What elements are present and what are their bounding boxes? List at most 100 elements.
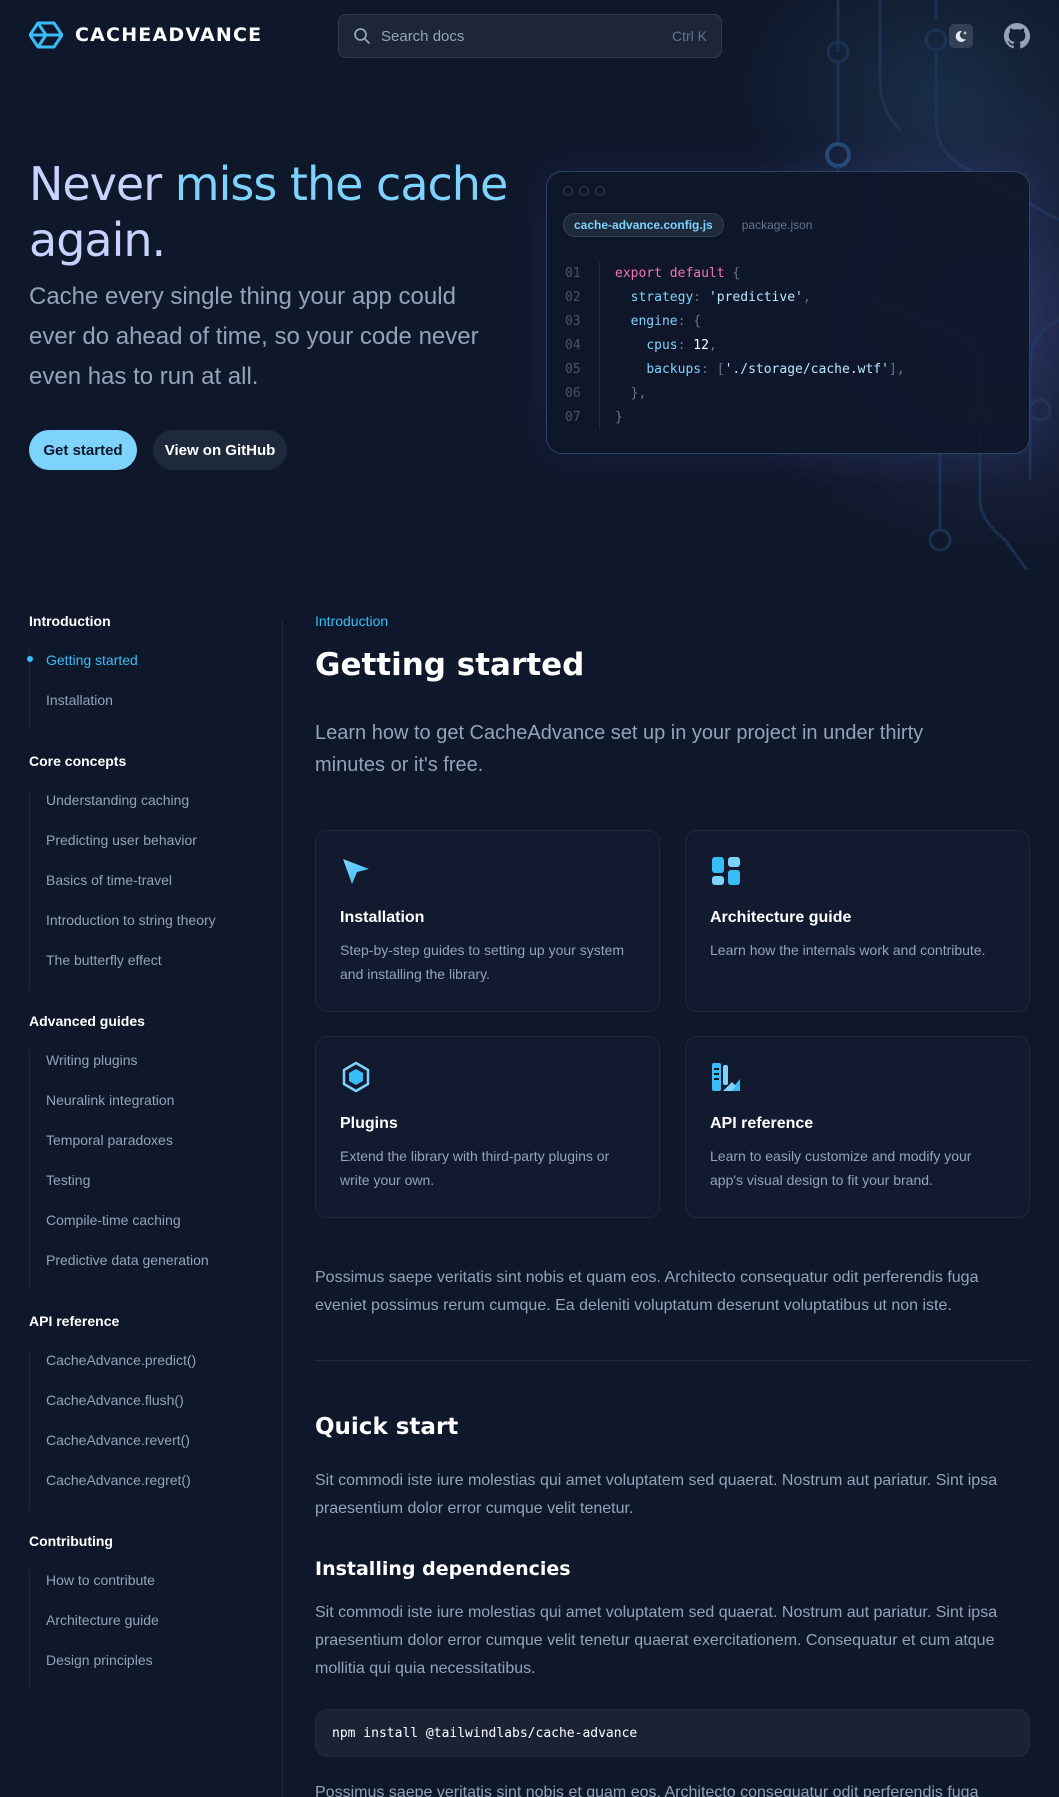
code-example-card: cache-advance.config.js package.json 01 e… bbox=[546, 171, 1030, 454]
hero-title: Never miss the cache again. bbox=[29, 156, 519, 268]
sidebar-item-installation[interactable]: Installation bbox=[30, 690, 259, 730]
card-description: Learn to easily customize and modify you… bbox=[710, 1148, 972, 1188]
line-number: 06 bbox=[565, 386, 581, 401]
quick-start-heading: Quick start bbox=[315, 1414, 459, 1440]
theme-toggle-button[interactable] bbox=[949, 24, 973, 48]
sidebar-item-how-to-contribute[interactable]: How to contribute bbox=[30, 1570, 259, 1610]
window-dot bbox=[595, 186, 605, 196]
logo-text: CACHEADVANCE bbox=[75, 24, 263, 46]
card-description: Learn how the internals work and contrib… bbox=[710, 942, 986, 958]
card-title: API reference bbox=[710, 1115, 814, 1132]
hexagon-logo-icon bbox=[29, 21, 63, 49]
nav-list: Understanding caching Predicting user be… bbox=[29, 790, 259, 990]
nav-heading: Contributing bbox=[29, 1533, 113, 1549]
line-number: 01 bbox=[565, 266, 581, 281]
hero-section: CACHEADVANCE Search docs Ctrl K Never mi… bbox=[0, 0, 1059, 570]
search-input[interactable]: Search docs Ctrl K bbox=[338, 14, 722, 58]
nav-heading: Introduction bbox=[29, 613, 111, 629]
sidebar-item-revert[interactable]: CacheAdvance.revert() bbox=[30, 1430, 259, 1470]
code-line-text: engine: { bbox=[630, 314, 702, 329]
card-title: Installation bbox=[340, 909, 425, 926]
search-icon bbox=[354, 28, 370, 44]
code-line: 01 export default { bbox=[565, 262, 905, 286]
code-line-text: } bbox=[615, 410, 623, 425]
sidebar-item-compile-time-caching[interactable]: Compile-time caching bbox=[30, 1210, 259, 1250]
code-line: 04 cpus: 12, bbox=[565, 334, 905, 358]
hexagon-plugin-icon bbox=[342, 1061, 370, 1093]
line-number: 02 bbox=[565, 290, 581, 305]
hero-title-highlight: miss the cache bbox=[174, 157, 508, 211]
trailing-paragraph: Possimus saepe veritatis sint nobis et q… bbox=[315, 1784, 979, 1797]
card-title: Plugins bbox=[340, 1115, 398, 1132]
code-line: 02 strategy: 'predictive', bbox=[565, 286, 905, 310]
window-dots bbox=[563, 186, 605, 196]
code-line: 07} bbox=[565, 406, 905, 430]
code-tabs: cache-advance.config.js package.json bbox=[563, 213, 812, 237]
card-title: Architecture guide bbox=[710, 909, 852, 926]
code-line-text: strategy: 'predictive', bbox=[630, 290, 811, 305]
code-listing: 01 export default { 02 strategy: 'predict… bbox=[565, 262, 905, 430]
nav-section-core-concepts: Core concepts Understanding caching Pred… bbox=[29, 750, 259, 990]
sidebar-item-architecture-guide[interactable]: Architecture guide bbox=[30, 1610, 259, 1650]
hero-subtitle: Cache every single thing your app could … bbox=[29, 283, 479, 390]
card-architecture-guide[interactable]: Architecture guide Learn how the interna… bbox=[685, 830, 1030, 1012]
nav-heading: Advanced guides bbox=[29, 1013, 145, 1029]
card-api-reference[interactable]: API reference Learn to easily customize … bbox=[685, 1036, 1030, 1218]
code-line-text: export default { bbox=[615, 266, 741, 281]
line-number: 03 bbox=[565, 314, 581, 329]
nav-list: CacheAdvance.predict() CacheAdvance.flus… bbox=[29, 1350, 259, 1510]
code-line: 06 }, bbox=[565, 382, 905, 406]
sidebar-item-basics-of-time-travel[interactable]: Basics of time-travel bbox=[30, 870, 259, 910]
nav-section-api-reference: API reference CacheAdvance.predict() Cac… bbox=[29, 1310, 259, 1510]
main-content: Introduction Getting started Learn how t… bbox=[315, 610, 1030, 1797]
nav-section-advanced-guides: Advanced guides Writing plugins Neuralin… bbox=[29, 1010, 259, 1290]
sidebar-item-butterfly-effect[interactable]: The butterfly effect bbox=[30, 950, 259, 990]
sidebar-item-design-principles[interactable]: Design principles bbox=[30, 1650, 259, 1690]
window-dot bbox=[579, 186, 589, 196]
sidebar-item-getting-started[interactable]: Getting started bbox=[27, 650, 259, 690]
installing-dependencies-paragraph: Sit commodi iste iure molestias qui amet… bbox=[315, 1604, 998, 1677]
github-link[interactable] bbox=[1004, 23, 1030, 54]
page-title: Getting started bbox=[315, 647, 585, 683]
sidebar-item-temporal-paradoxes[interactable]: Temporal paradoxes bbox=[30, 1130, 259, 1170]
nav-heading: API reference bbox=[29, 1313, 120, 1329]
get-started-button[interactable]: Get started bbox=[29, 430, 137, 470]
line-number: 05 bbox=[565, 362, 581, 377]
card-installation[interactable]: Installation Step-by-step guides to sett… bbox=[315, 830, 660, 1012]
card-description: Step-by-step guides to setting up your s… bbox=[340, 942, 625, 982]
card-plugins[interactable]: Plugins Extend the library with third-pa… bbox=[315, 1036, 660, 1218]
sidebar-item-understanding-caching[interactable]: Understanding caching bbox=[30, 790, 259, 830]
nav-list: Getting started Installation bbox=[27, 650, 259, 730]
line-number: 07 bbox=[565, 410, 581, 425]
install-command-block[interactable]: npm install @tailwindlabs/cache-advance bbox=[315, 1709, 1030, 1757]
code-line-text: backups: ['./storage/cache.wtf'], bbox=[646, 362, 905, 377]
view-on-github-button[interactable]: View on GitHub bbox=[153, 430, 287, 470]
tab-package-json[interactable]: package.json bbox=[742, 218, 813, 232]
line-number: 04 bbox=[565, 338, 581, 353]
hero-title-pre: Never bbox=[29, 157, 175, 211]
moon-sparkle-icon bbox=[955, 30, 967, 42]
quick-links-grid: Installation Step-by-step guides to sett… bbox=[315, 830, 1030, 1218]
sidebar-item-string-theory[interactable]: Introduction to string theory bbox=[30, 910, 259, 950]
code-line: 03 engine: { bbox=[565, 310, 905, 334]
github-icon bbox=[1004, 23, 1030, 49]
logo[interactable]: CACHEADVANCE bbox=[29, 18, 262, 52]
sidebar-item-neuralink-integration[interactable]: Neuralink integration bbox=[30, 1090, 259, 1130]
sidebar-item-testing[interactable]: Testing bbox=[30, 1170, 259, 1210]
sidebar-item-writing-plugins[interactable]: Writing plugins bbox=[30, 1050, 259, 1090]
lead-paragraph: Learn how to get CacheAdvance set up in … bbox=[315, 722, 924, 776]
layout-blocks-icon bbox=[712, 857, 740, 885]
install-command: npm install @tailwindlabs/cache-advance bbox=[332, 1725, 638, 1741]
sidebar-item-predict[interactable]: CacheAdvance.predict() bbox=[30, 1350, 259, 1390]
sidebar-item-flush[interactable]: CacheAdvance.flush() bbox=[30, 1390, 259, 1430]
search-shortcut: Ctrl K bbox=[672, 28, 707, 44]
nav-section-contributing: Contributing How to contribute Architect… bbox=[29, 1530, 259, 1690]
tab-config-file[interactable]: cache-advance.config.js bbox=[563, 213, 724, 237]
theming-ruler-icon bbox=[712, 1063, 740, 1091]
code-line-text: cpus: 12, bbox=[646, 338, 717, 353]
nav-list: Writing plugins Neuralink integration Te… bbox=[29, 1050, 259, 1290]
nav-list: How to contribute Architecture guide Des… bbox=[29, 1570, 259, 1690]
sidebar-item-predicting-user-behavior[interactable]: Predicting user behavior bbox=[30, 830, 259, 870]
sidebar-item-regret[interactable]: CacheAdvance.regret() bbox=[30, 1470, 259, 1510]
sidebar-item-predictive-data-generation[interactable]: Predictive data generation bbox=[30, 1250, 259, 1290]
